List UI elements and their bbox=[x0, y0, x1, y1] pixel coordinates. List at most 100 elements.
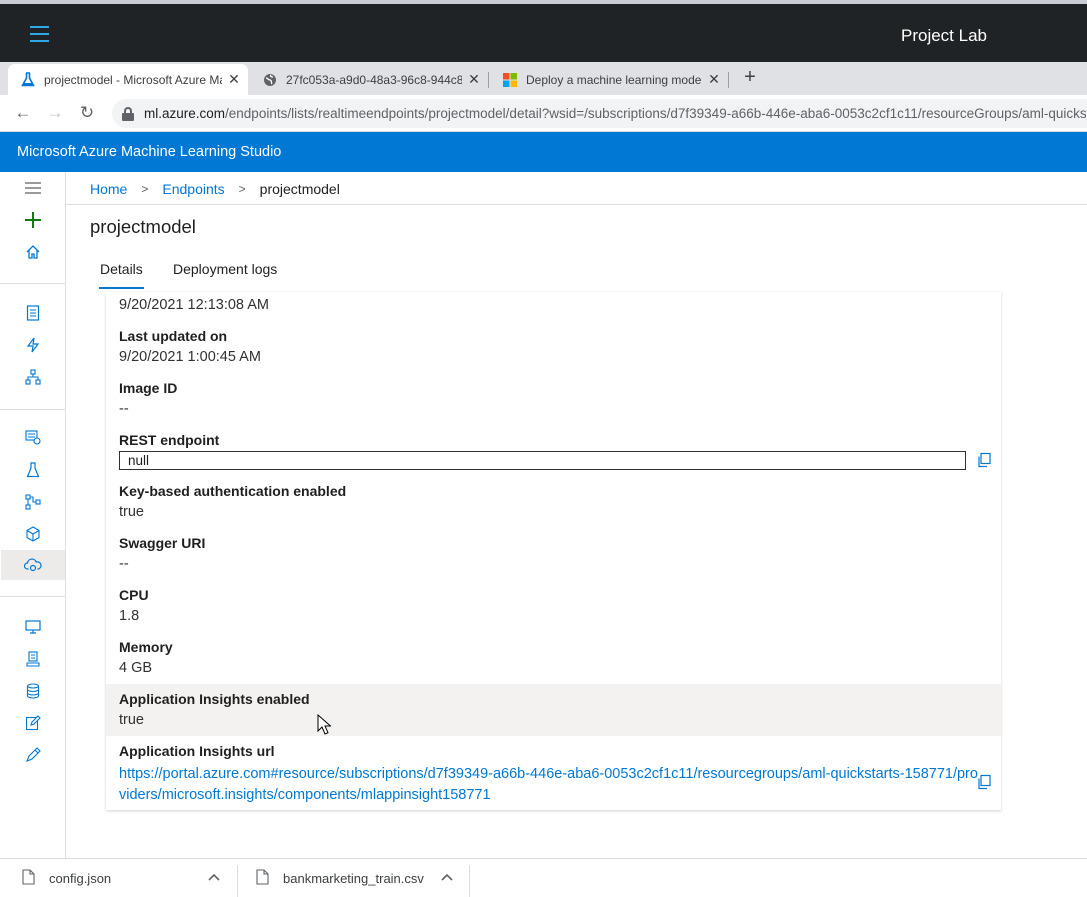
browser-tab-label: 27fc053a-a9d0-48a3-96c8-944c8f bbox=[286, 72, 462, 87]
reload-icon[interactable]: ↻ bbox=[77, 103, 97, 123]
breadcrumb-home[interactable]: Home bbox=[90, 181, 127, 197]
field-label: Swagger URI bbox=[119, 535, 206, 551]
browser-tabstrip: projectmodel - Microsoft Azure Machine L… bbox=[0, 62, 1087, 95]
file-icon bbox=[256, 869, 269, 888]
lock-icon bbox=[122, 106, 134, 121]
downloads-bar: config.json bankmarketing_train.csv bbox=[0, 858, 1087, 897]
app-insights-url-field: Application Insights url bbox=[119, 743, 275, 763]
download-divider bbox=[469, 865, 470, 897]
automated-ml-lightning-icon[interactable] bbox=[18, 332, 48, 358]
compute-monitor-icon[interactable] bbox=[18, 614, 48, 640]
models-cube-icon[interactable] bbox=[18, 521, 48, 547]
app-insights-url-link[interactable]: https://portal.azure.com#resource/subscr… bbox=[119, 764, 979, 806]
field-label: Last updated on bbox=[119, 328, 228, 344]
swagger-uri-field: Swagger URI -- bbox=[119, 535, 205, 572]
browser-tab-guid[interactable]: 27fc053a-a9d0-48a3-96c8-944c8f ✕ bbox=[250, 64, 488, 95]
field-label: Key-based authentication enabled bbox=[119, 483, 347, 499]
last-updated-field: Last updated on 9/20/2021 1:00:45 AM bbox=[119, 328, 261, 365]
tab-divider bbox=[728, 72, 729, 88]
left-navigation bbox=[0, 172, 66, 858]
memory-field: Memory 4 GB bbox=[119, 639, 173, 676]
chevron-right-icon: > bbox=[141, 182, 149, 196]
download-item[interactable]: config.json bbox=[22, 859, 222, 897]
rest-endpoint-field: REST endpoint bbox=[119, 432, 219, 452]
datastores-database-icon[interactable] bbox=[18, 678, 48, 704]
nav-divider bbox=[0, 283, 66, 284]
page-title: projectmodel bbox=[90, 216, 196, 237]
key-auth-field: Key-based authentication enabled true bbox=[119, 483, 346, 520]
designer-hierarchy-icon[interactable] bbox=[18, 364, 48, 390]
field-label: Application Insights url bbox=[119, 743, 275, 759]
chevron-up-icon[interactable] bbox=[208, 871, 220, 886]
lab-header: Project Lab bbox=[0, 0, 1087, 62]
field-label: CPU bbox=[119, 587, 149, 603]
field-label: Memory bbox=[119, 639, 173, 655]
experiments-flask-icon[interactable] bbox=[18, 457, 48, 483]
details-card: 9/20/2021 12:13:08 AM Last updated on 9/… bbox=[106, 292, 1001, 810]
copy-icon[interactable] bbox=[976, 774, 992, 790]
app-insights-enabled-field: Application Insights enabled true bbox=[119, 691, 310, 728]
browser-tab-label: projectmodel - Microsoft Azure Machine L… bbox=[44, 72, 222, 87]
data-labeling-edit-icon[interactable] bbox=[18, 710, 48, 736]
globe-icon bbox=[262, 72, 278, 88]
back-arrow-icon[interactable]: ← bbox=[13, 103, 33, 123]
tab-divider bbox=[488, 72, 489, 88]
close-tab-icon[interactable]: ✕ bbox=[466, 71, 482, 88]
download-item[interactable]: bankmarketing_train.csv bbox=[256, 859, 456, 897]
active-tab-indicator bbox=[99, 287, 144, 289]
url-path: /endpoints/lists/realtimeendpoints/proje… bbox=[225, 106, 1087, 121]
image-id-field: Image ID -- bbox=[119, 380, 177, 417]
field-value: true bbox=[119, 504, 144, 520]
mouse-pointer-icon bbox=[317, 713, 332, 741]
breadcrumb-endpoints[interactable]: Endpoints bbox=[162, 181, 224, 197]
download-filename: bankmarketing_train.csv bbox=[283, 871, 424, 886]
file-icon bbox=[22, 869, 35, 888]
browser-tab-deploy-docs[interactable]: Deploy a machine learning model ✕ bbox=[490, 64, 728, 95]
breadcrumb-divider bbox=[66, 204, 1087, 205]
url-host: ml.azure.com bbox=[144, 106, 226, 121]
create-new-plus-icon[interactable] bbox=[18, 207, 48, 233]
pipelines-icon[interactable] bbox=[18, 489, 48, 515]
azure-ml-flask-icon bbox=[20, 72, 36, 88]
new-tab-plus-icon[interactable]: + bbox=[738, 66, 762, 90]
linked-services-pen-icon[interactable] bbox=[18, 742, 48, 768]
notebooks-icon[interactable] bbox=[18, 300, 48, 326]
app-header: Microsoft Azure Machine Learning Studio bbox=[0, 132, 1087, 172]
created-on-value: 9/20/2021 12:13:08 AM bbox=[119, 297, 269, 313]
home-icon[interactable] bbox=[18, 239, 48, 265]
app-title: Microsoft Azure Machine Learning Studio bbox=[17, 144, 282, 160]
forward-arrow-icon[interactable]: → bbox=[45, 103, 65, 123]
nav-divider bbox=[0, 409, 66, 410]
url-field[interactable]: ml.azure.com/endpoints/lists/realtimeend… bbox=[112, 99, 1087, 128]
endpoints-cloud-icon[interactable] bbox=[1, 550, 65, 580]
created-on-field: 9/20/2021 12:13:08 AM bbox=[119, 296, 269, 313]
address-bar: ← → ↻ ml.azure.com/endpoints/lists/realt… bbox=[0, 95, 1087, 132]
nav-divider bbox=[0, 596, 66, 597]
download-filename: config.json bbox=[49, 871, 112, 886]
tab-details[interactable]: Details bbox=[100, 261, 143, 277]
copy-icon[interactable] bbox=[976, 452, 992, 468]
close-tab-icon[interactable]: ✕ bbox=[706, 71, 722, 88]
close-tab-icon[interactable]: ✕ bbox=[226, 71, 242, 88]
breadcrumb-current: projectmodel bbox=[259, 181, 340, 197]
field-value: 4 GB bbox=[119, 660, 153, 676]
cpu-field: CPU 1.8 bbox=[119, 587, 149, 624]
field-label: Application Insights enabled bbox=[119, 691, 310, 707]
field-value: 1.8 bbox=[119, 608, 140, 624]
rest-endpoint-value[interactable]: null bbox=[119, 451, 966, 470]
nav-toggle-hamburger-icon[interactable] bbox=[18, 175, 48, 201]
field-value: -- bbox=[119, 401, 129, 417]
browser-tab-label: Deploy a machine learning model bbox=[526, 72, 702, 87]
chevron-right-icon: > bbox=[238, 182, 246, 196]
browser-tab-azureml[interactable]: projectmodel - Microsoft Azure Machine L… bbox=[8, 64, 248, 95]
chevron-up-icon[interactable] bbox=[441, 871, 453, 886]
microsoft-logo-icon bbox=[502, 72, 518, 88]
datasets-icon[interactable] bbox=[18, 424, 48, 450]
field-label: Image ID bbox=[119, 380, 178, 396]
download-divider bbox=[237, 865, 238, 897]
lab-menu-icon[interactable] bbox=[30, 26, 49, 42]
field-label: REST endpoint bbox=[119, 432, 220, 448]
tab-deployment-logs[interactable]: Deployment logs bbox=[173, 261, 277, 277]
field-value: true bbox=[119, 712, 144, 728]
environments-icon[interactable] bbox=[18, 646, 48, 672]
